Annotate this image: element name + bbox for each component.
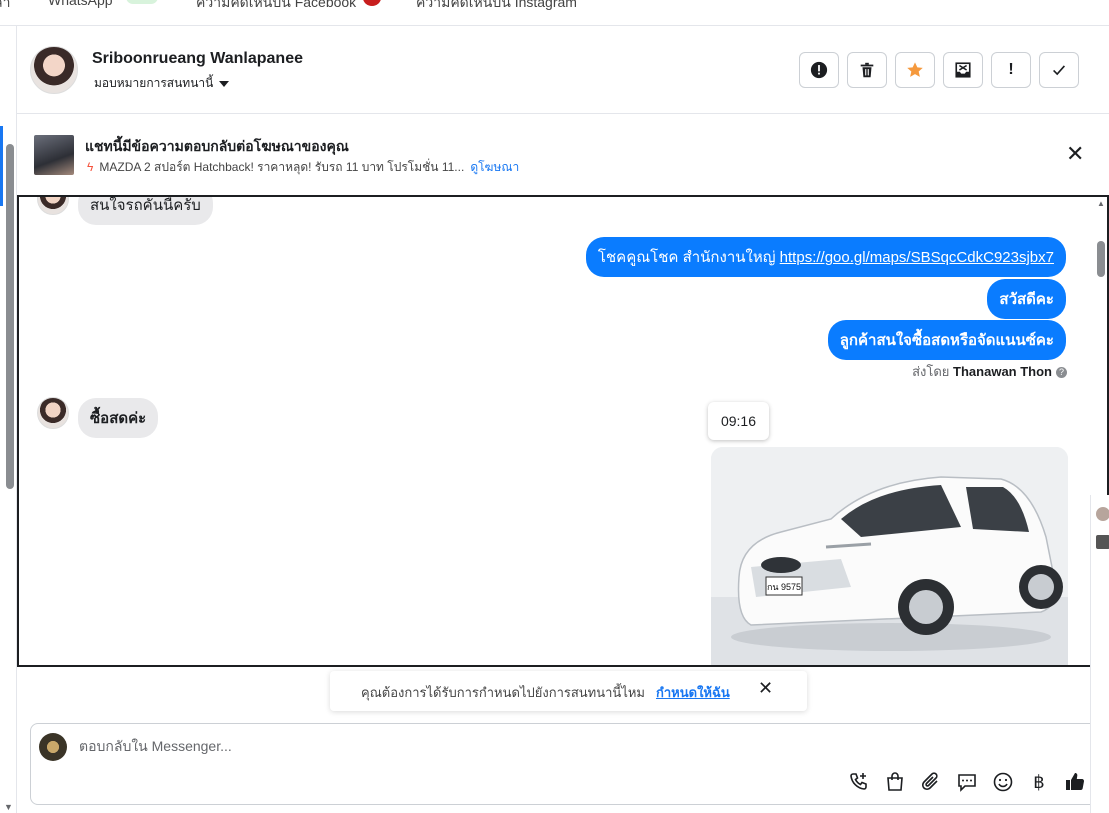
contact-name[interactable]: Sriboonrueang Wanlapanee: [92, 50, 303, 68]
check-icon: [1053, 65, 1066, 76]
car-image: กน 9575: [711, 447, 1068, 665]
baht-icon[interactable]: ฿: [1027, 770, 1051, 794]
emoji-icon[interactable]: [991, 770, 1015, 794]
ad-text: MAZDA 2 สปอร์ต Hatchback! ราคาหลุด! รับร…: [99, 160, 465, 174]
scroll-up-icon[interactable]: ▲: [1097, 199, 1105, 208]
scroll-down-icon[interactable]: ▼: [4, 802, 13, 812]
star-icon: [907, 62, 923, 77]
alert-circle-icon: [810, 61, 828, 79]
ad-reply-banner: แชทนี้มีข้อความตอบกลับต่อโฆษณาของคุณ ϟ MA…: [17, 115, 1109, 195]
conversation-header: Sriboonrueang Wanlapanee มอบหมายการสนทนา…: [17, 26, 1109, 114]
assign-dropdown[interactable]: มอบหมายการสนทนานี้: [94, 74, 230, 93]
mini-avatar: [1096, 535, 1109, 549]
bolt-icon: ϟ: [87, 160, 94, 174]
close-icon[interactable]: ✕: [758, 678, 773, 699]
mini-avatar: [1096, 507, 1109, 521]
tab-whatsapp[interactable]: WhatsApp: [48, 0, 113, 8]
outgoing-message[interactable]: โชคคูณโชค สำนักงานใหญ่ https://goo.gl/ma…: [585, 237, 1066, 277]
new-badge: [126, 0, 158, 4]
page-avatar: [39, 733, 67, 761]
incoming-message[interactable]: สนใจรถคันนี้ครับ: [78, 197, 213, 225]
call-add-icon[interactable]: [847, 770, 871, 794]
caret-down-icon: [219, 80, 230, 87]
car-photo-attachment[interactable]: กน 9575: [711, 447, 1068, 665]
follow-up-button[interactable]: !: [991, 52, 1031, 88]
message-text: โชคคูณโชค สำนักงานใหญ่: [597, 249, 776, 266]
incoming-message[interactable]: ซื้อสดค่ะ: [78, 398, 159, 438]
assign-prompt-text: คุณต้องการได้รับการกำหนดไปยังการสนทนานี้…: [361, 685, 645, 700]
view-ad-link[interactable]: ดูโฆษณา: [470, 160, 519, 174]
close-icon[interactable]: ✕: [1066, 143, 1084, 165]
right-panel-edge: [1090, 495, 1109, 813]
assign-label: มอบหมายการสนทนานี้: [94, 76, 214, 90]
notification-badge: [363, 0, 381, 6]
help-icon[interactable]: ?: [1056, 367, 1067, 379]
ad-banner-title: แชทนี้มีข้อความตอบกลับต่อโฆษณาของคุณ: [85, 138, 349, 154]
move-to-inbox-button[interactable]: [943, 52, 983, 88]
ad-thumbnail: [34, 135, 74, 175]
inbox-move-icon: [955, 62, 971, 78]
mark-spam-button[interactable]: [799, 52, 839, 88]
sent-by-label: ส่งโดย: [912, 364, 950, 379]
tab-instagram-comments[interactable]: ความคิดเห็นบน Instagram: [416, 0, 577, 14]
list-scrollbar[interactable]: [6, 144, 14, 489]
timestamp-tooltip: 09:16: [708, 402, 769, 440]
outgoing-message[interactable]: ลูกค้าสนใจซื้อสดหรือจัดแนนซ์คะ: [827, 320, 1066, 360]
shopping-bag-icon[interactable]: [883, 770, 907, 794]
selected-indicator: [0, 126, 3, 206]
reply-composer: ฿: [30, 723, 1100, 805]
reply-input[interactable]: [79, 734, 779, 758]
message-thread: สนใจรถคันนี้ครับ โชคคูณโชค สำนักงานใหญ่ …: [17, 195, 1109, 667]
trash-icon: [860, 62, 874, 78]
scroll-thumb[interactable]: [1097, 241, 1105, 277]
tab-facebook-comments[interactable]: ความคิดเห็นบน Facebook: [196, 0, 356, 14]
maps-link[interactable]: https://goo.gl/maps/SBSqcCdkC923sjbx7: [780, 249, 1054, 266]
star-button[interactable]: [895, 52, 935, 88]
saved-reply-icon[interactable]: [955, 770, 979, 794]
tab-other[interactable]: ลา: [0, 0, 10, 14]
attachment-icon[interactable]: [919, 770, 943, 794]
sent-by-info: ส่งโดย Thanawan Thon?: [912, 361, 1067, 382]
contact-avatar[interactable]: [30, 46, 78, 94]
ad-banner-subtitle: ϟ MAZDA 2 สปอร์ต Hatchback! ราคาหลุด! รับ…: [87, 158, 519, 177]
contact-avatar-small: [37, 197, 69, 215]
inbox-top-tabs: ลา WhatsApp ความคิดเห็นบน Facebook ความค…: [0, 0, 1109, 26]
license-plate-text: กน 9575: [767, 582, 801, 592]
exclamation-icon: !: [1008, 61, 1014, 78]
contact-avatar-small: [37, 397, 69, 429]
mark-done-button[interactable]: [1039, 52, 1079, 88]
composer-tools: ฿: [847, 770, 1087, 794]
thumbs-up-icon[interactable]: [1063, 770, 1087, 794]
outgoing-message[interactable]: สวัสดีคะ: [987, 279, 1066, 319]
assign-to-me-link[interactable]: กำหนดให้ฉัน: [656, 682, 730, 703]
sender-name: Thanawan Thon: [953, 364, 1052, 379]
assign-prompt: คุณต้องการได้รับการกำหนดไปยังการสนทนานี้…: [330, 671, 807, 711]
conversation-list-edge: ▼: [0, 26, 17, 813]
delete-button[interactable]: [847, 52, 887, 88]
